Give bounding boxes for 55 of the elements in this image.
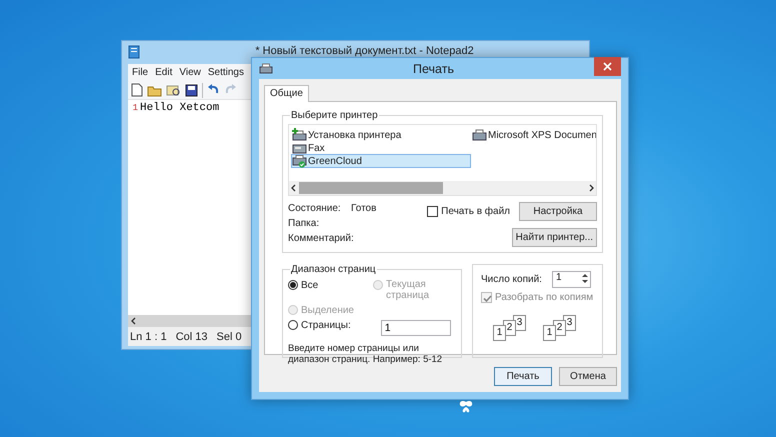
status-text: Ln 1 : 1 (130, 330, 167, 342)
checkbox-label: Печать в файл (441, 206, 510, 217)
copies-spinner[interactable]: 1 (552, 271, 591, 288)
dialog-title: Печать (412, 62, 455, 76)
copies-label: Число копий: (481, 274, 542, 285)
browse-icon[interactable] (166, 84, 181, 96)
fax-icon (292, 142, 307, 154)
printer-icon (472, 128, 487, 142)
printer-check-icon (292, 154, 307, 168)
group-title: Диапазон страниц (290, 264, 377, 275)
printer-item[interactable]: Установка принтера (291, 128, 471, 142)
radio-button[interactable] (288, 280, 298, 290)
logo-icon (457, 400, 475, 414)
status-text: Sel 0 (216, 330, 242, 342)
notepad-icon (128, 45, 140, 59)
menu-item[interactable]: View (179, 67, 201, 78)
preferences-button[interactable]: Настройка (519, 202, 597, 221)
hint-text: Введите номер страницы или диапазон страниц. Например: 5-12 (288, 343, 444, 366)
menu-item[interactable]: Settings (208, 67, 244, 78)
add-printer-icon (292, 128, 307, 142)
menu-item[interactable]: File (132, 67, 148, 78)
radio-button[interactable] (288, 320, 298, 330)
pages-field[interactable]: 1 (380, 320, 451, 336)
scrollbar[interactable] (289, 181, 596, 195)
printer-item[interactable]: GreenCloud (291, 154, 471, 168)
radio-label: Текущая страница (386, 280, 430, 301)
info-label: Папка: (288, 218, 320, 229)
printer-item[interactable]: Microsoft XPS Documen (471, 128, 596, 142)
info-label: Состояние: (288, 203, 342, 214)
status-text: Col 13 (176, 330, 208, 342)
undo-icon[interactable] (207, 84, 220, 96)
save-icon[interactable] (185, 84, 198, 96)
radio-label: Выделение (301, 305, 354, 316)
find-printer-button[interactable]: Найти принтер... (512, 228, 597, 247)
close-button[interactable] (594, 56, 621, 76)
info-value: Готов (351, 203, 376, 214)
printer-item[interactable]: Fax (291, 141, 471, 155)
radio-label: Страницы: (301, 320, 351, 331)
info-label: Комментарий: (288, 233, 354, 244)
tab[interactable]: Общие (264, 85, 309, 102)
menu-item[interactable]: Edit (155, 67, 172, 78)
spin-arrows-icon (580, 272, 590, 285)
cancel-button[interactable]: Отмена (559, 367, 617, 386)
folder-icon[interactable] (147, 84, 162, 96)
group-title: Выберите принтер (290, 110, 379, 121)
close-icon (603, 62, 612, 70)
window-title: * Новый текстовый документ.txt - Notepad2 (254, 45, 475, 57)
checkbox[interactable] (427, 206, 438, 217)
line-number: 1 (132, 102, 138, 114)
editor-text: Hello Xetcom (140, 102, 220, 114)
print-button[interactable]: Печать (494, 367, 552, 386)
checkbox-label: Разобрать по копиям (495, 292, 594, 303)
new-file-icon[interactable] (131, 83, 143, 97)
printer-icon (259, 62, 273, 74)
radio-label: Все (301, 280, 318, 291)
